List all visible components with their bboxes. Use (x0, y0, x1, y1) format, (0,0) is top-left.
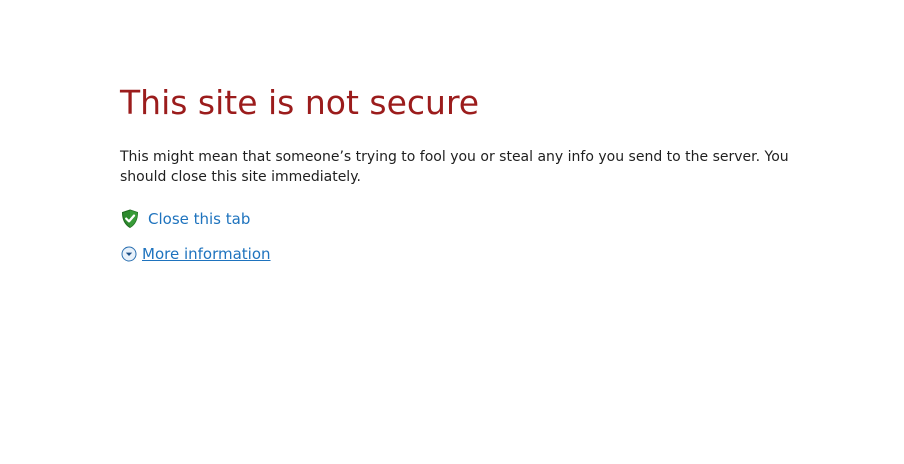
close-tab-link[interactable]: Close this tab (148, 209, 250, 229)
close-tab-row[interactable]: Close this tab (120, 207, 820, 231)
chevron-down-circle-icon[interactable] (121, 246, 137, 262)
error-message: This might mean that someone’s trying to… (120, 149, 789, 185)
shield-check-icon (121, 209, 139, 229)
error-page: This site is not secure This might mean … (120, 82, 820, 266)
more-information-link[interactable]: More information (142, 244, 271, 264)
more-information-row[interactable]: More information (120, 242, 820, 266)
page-title: This site is not secure (120, 83, 480, 122)
